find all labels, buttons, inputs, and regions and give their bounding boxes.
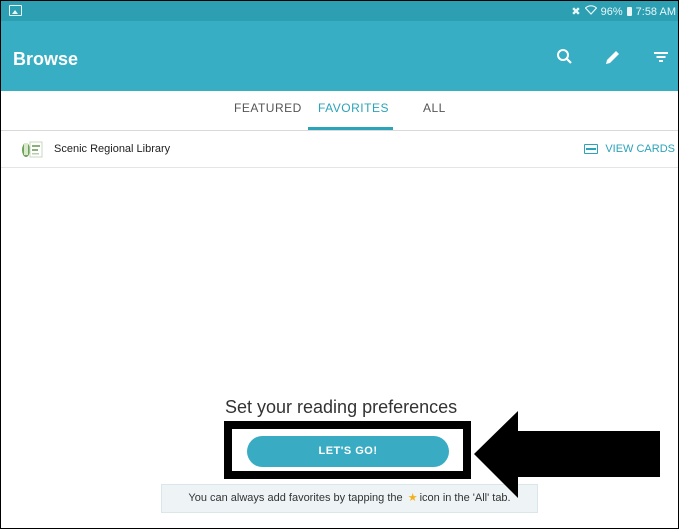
tab-bar: FEATURED FAVORITES ALL	[1, 91, 678, 131]
library-logo-icon	[20, 139, 44, 159]
lets-go-button[interactable]: LET'S GO!	[247, 436, 449, 467]
filter-icon[interactable]	[649, 45, 673, 69]
page-title: Browse	[13, 49, 79, 69]
wifi-icon	[584, 5, 597, 18]
battery-percent: 96%	[600, 5, 623, 18]
app-bar: Browse	[1, 21, 678, 91]
active-tab-indicator	[308, 127, 393, 130]
star-icon: ★	[407, 492, 418, 504]
library-name: Scenic Regional Library	[54, 143, 171, 155]
status-bar-right: ✖ 96% 7:58 AM	[571, 5, 676, 18]
search-icon[interactable]	[553, 45, 577, 69]
tab-featured[interactable]: FEATURED	[234, 101, 302, 115]
clock: 7:58 AM	[635, 5, 676, 18]
tab-favorites[interactable]: FAVORITES	[318, 101, 389, 115]
status-bar: ✖ 96% 7:58 AM	[1, 1, 678, 21]
view-cards-label: VIEW CARDS	[605, 143, 675, 155]
edit-icon[interactable]	[601, 45, 625, 69]
reading-preferences-title: Set your reading preferences	[225, 397, 458, 417]
battery-icon	[626, 7, 632, 16]
library-row: Scenic Regional Library VIEW CARDS	[1, 131, 678, 168]
hint-text-before: You can always add favorites by tapping …	[188, 492, 403, 504]
mute-icon: ✖	[571, 5, 581, 18]
annotation-arrow-icon	[474, 411, 660, 498]
view-cards-button[interactable]: VIEW CARDS	[584, 143, 675, 155]
gallery-icon	[9, 5, 22, 16]
card-icon	[584, 144, 599, 154]
tab-all[interactable]: ALL	[423, 101, 446, 115]
